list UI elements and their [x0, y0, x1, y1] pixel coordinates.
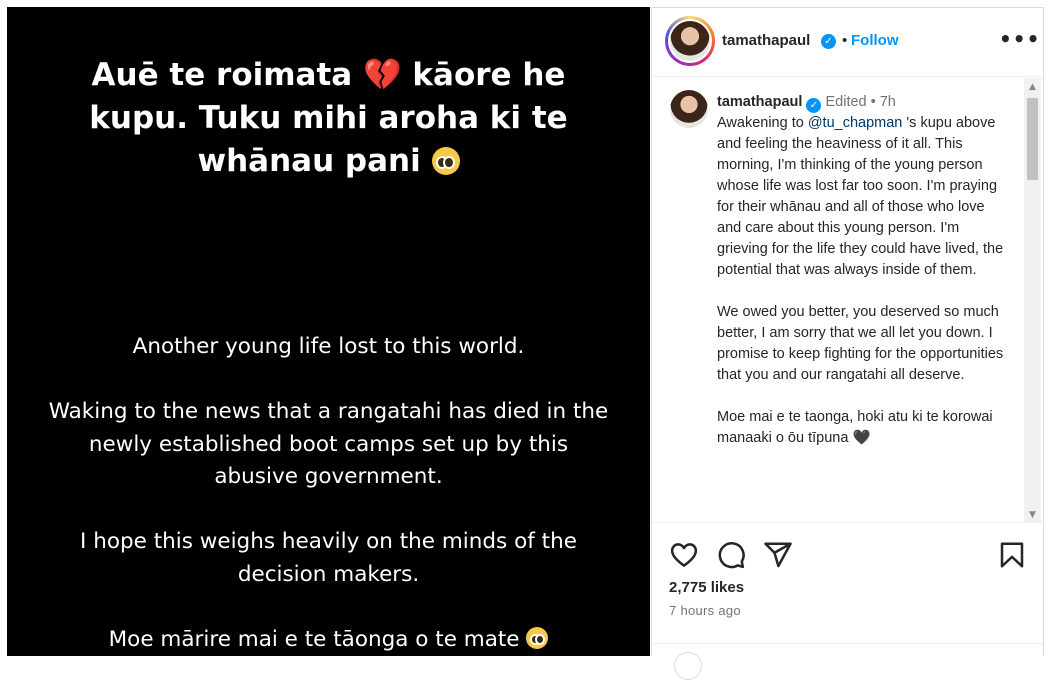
panel-border [651, 7, 1044, 8]
broken-heart-icon: 💔 [363, 57, 402, 93]
author-avatar-story-ring[interactable] [665, 16, 715, 66]
comments-scrollbar[interactable]: ▲ ▼ [1024, 78, 1041, 522]
caption-text: Awakening to [717, 115, 804, 131]
black-heart-icon: 🖤 [852, 430, 871, 446]
caption-meta: Edited • 7h [825, 94, 896, 110]
share-icon[interactable] [763, 540, 793, 570]
avatar-border [668, 19, 712, 63]
pleading-face-icon [431, 147, 460, 175]
mention-link[interactable]: @tu_chapman [808, 115, 903, 131]
caption-paragraph-1: Awakening to @tu_chapman 's kupu above a… [717, 113, 1007, 281]
post-media[interactable]: Auē te roimata 💔 kāore he kupu. Tuku mih… [7, 7, 650, 656]
comment-icon[interactable] [716, 540, 746, 570]
divider [652, 643, 1044, 644]
media-body-closing: Moe mārire mai e te tāonga o te mate [108, 626, 520, 652]
more-options-icon[interactable]: ••• [999, 29, 1040, 49]
avatar [670, 21, 710, 61]
likes-count[interactable]: 2,775 likes [669, 579, 744, 596]
media-headline-line2: kupu. Tuku mihi aroha ki te [89, 100, 568, 136]
panel-border [1043, 7, 1044, 656]
instagram-post-modal: Auē te roimata 💔 kāore he kupu. Tuku mih… [0, 0, 1050, 680]
post-caption: tamathapaul ✓ Edited • 7h Awakening to @… [717, 92, 1007, 449]
author-username-link[interactable]: tamathapaul [722, 32, 810, 49]
bookmark-icon[interactable] [997, 540, 1027, 570]
post-header: tamathapaul ✓ • Follow ••• [652, 7, 1044, 77]
caption-paragraph-3: Moe mai e te taonga, hoki atu ki te koro… [717, 407, 1007, 449]
media-headline-line1: Auē te roimata [91, 57, 353, 93]
caption-avatar[interactable] [670, 90, 708, 128]
caption-paragraph-2: We owed you better, you deserved so much… [717, 304, 1004, 383]
pleading-face-icon [526, 626, 549, 649]
scroll-up-arrow-icon[interactable]: ▲ [1024, 82, 1041, 92]
comments-scroll-area[interactable]: tamathapaul ✓ Edited • 7h Awakening to @… [652, 78, 1044, 522]
media-headline-line3: whānau pani [197, 143, 421, 179]
follow-button[interactable]: Follow [851, 32, 899, 49]
post-actions: 2,775 likes 7 hours ago [652, 523, 1044, 680]
post-timestamp[interactable]: 7 hours ago [669, 603, 741, 618]
heart-icon[interactable] [669, 540, 699, 570]
media-body-paragraph: Waking to the news that a rangatahi has … [48, 399, 609, 489]
add-comment-emoji-icon[interactable] [674, 652, 702, 680]
scrollbar-thumb[interactable] [1027, 98, 1038, 180]
caption-username-link[interactable]: tamathapaul [717, 94, 802, 110]
scroll-down-arrow-icon[interactable]: ▼ [1024, 510, 1041, 520]
verified-badge-icon: ✓ [821, 34, 836, 49]
verified-badge-icon: ✓ [806, 98, 822, 113]
media-headline: Auē te roimata 💔 kāore he kupu. Tuku mih… [47, 54, 610, 183]
media-headline-line1b: kāore he [412, 57, 566, 93]
media-body-paragraph: I hope this weighs heavily on the minds … [80, 529, 577, 587]
caption-text: 's kupu above and feeling the heaviness … [717, 115, 1004, 278]
media-body-paragraph: Another young life lost to this world. [132, 334, 525, 359]
post-side-panel: tamathapaul ✓ • Follow ••• tamathapaul ✓… [651, 7, 1044, 680]
media-body-paragraph: Moe mārire mai e te tāonga o te mate [47, 624, 610, 657]
header-separator: • [842, 32, 848, 49]
media-body: Another young life lost to this world. W… [47, 331, 610, 656]
